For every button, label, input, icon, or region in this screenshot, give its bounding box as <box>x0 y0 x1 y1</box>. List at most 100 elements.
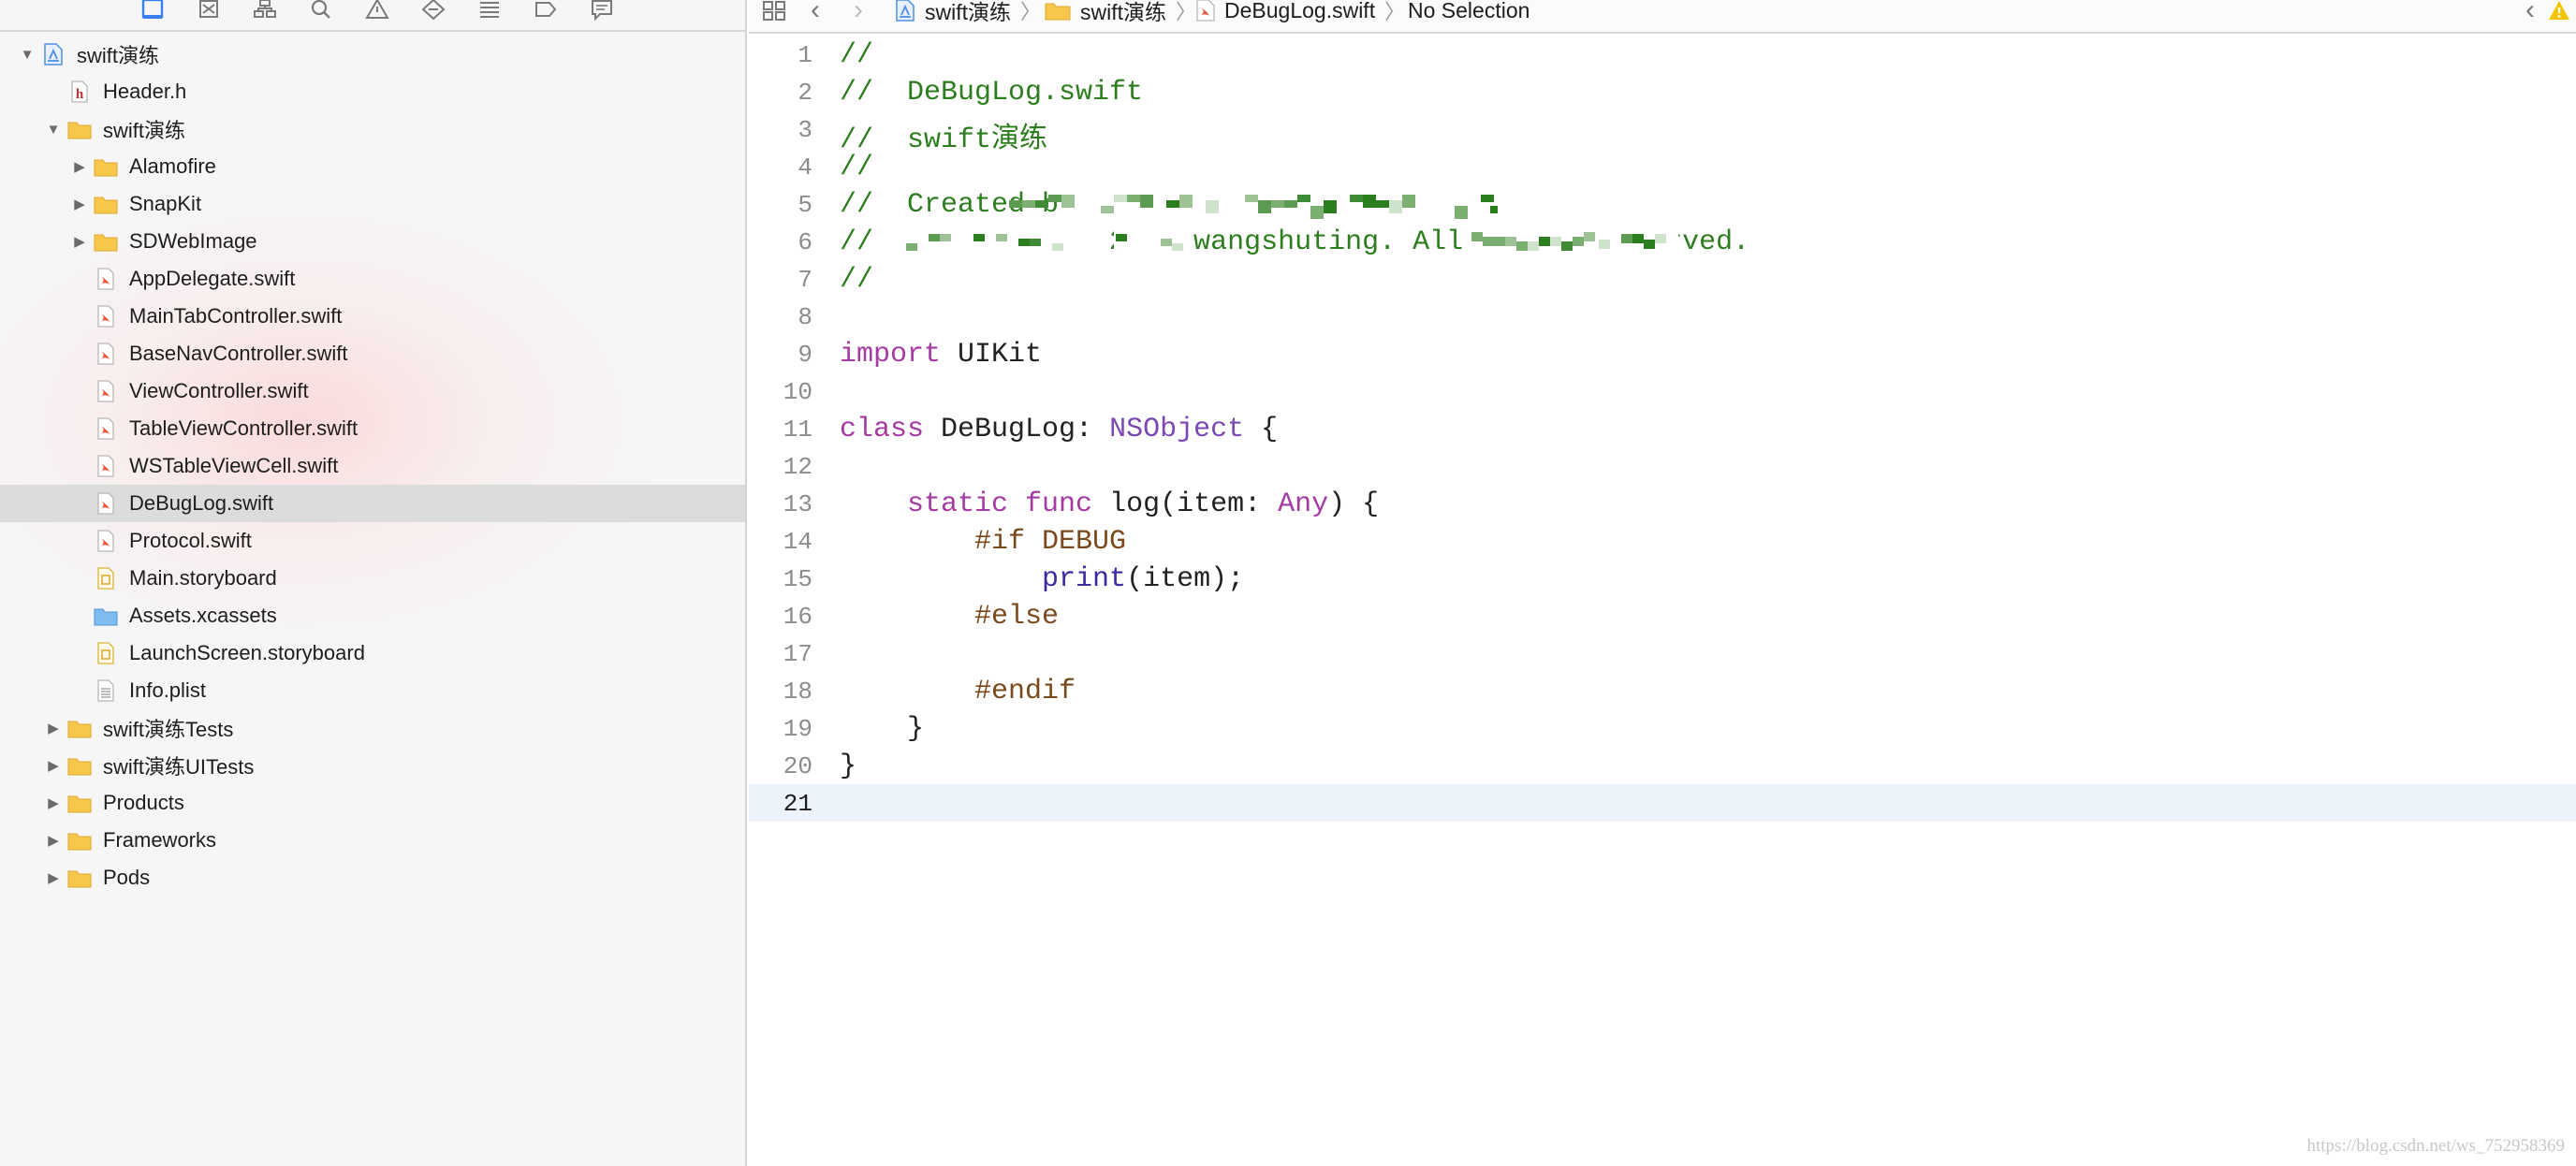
disclosure-closed-icon[interactable]: ▶ <box>45 720 62 736</box>
tree-item[interactable]: LaunchScreen.storyboard <box>0 634 745 672</box>
symbol-navigator-icon[interactable] <box>249 0 281 24</box>
tree-item[interactable]: Assets.xcassets <box>0 597 745 634</box>
debug-navigator-icon[interactable] <box>474 0 505 24</box>
code-text: // DeBugLog.swift <box>840 77 1143 109</box>
jumpbar-project[interactable]: swift演练 〉 <box>895 0 1041 25</box>
code-token-keyword: class <box>840 414 925 445</box>
tree-item[interactable]: ▶ swift演练Tests <box>0 709 745 747</box>
tree-item-label: Frameworks <box>103 828 217 852</box>
tree-item-label: Products <box>103 791 184 814</box>
code-line[interactable]: 3// swift演练 <box>749 110 2576 156</box>
tree-item[interactable]: ▶ Products <box>0 784 745 822</box>
code-text: #if DEBUG <box>840 526 1126 558</box>
code-line[interactable]: 15 print(item); <box>749 560 2576 597</box>
code-line[interactable]: 9 import UIKit <box>749 335 2576 372</box>
redaction-block <box>1206 200 1219 213</box>
jumpbar-group[interactable]: swift演练 〉 <box>1045 0 1196 25</box>
disclosure-closed-icon[interactable]: ▶ <box>45 794 62 811</box>
tree-item[interactable]: ▼ swift演练 <box>0 110 745 148</box>
tree-item[interactable]: AppDelegate.swift <box>0 260 745 298</box>
tree-item[interactable]: BaseNavController.swift <box>0 335 745 372</box>
tree-item[interactable]: Main.storyboard <box>0 560 745 597</box>
tree-item[interactable]: Info.plist <box>0 672 745 709</box>
code-line[interactable]: 7 // <box>749 260 2576 298</box>
swift-file-icon <box>94 492 118 515</box>
disclosure-closed-icon[interactable]: ▶ <box>45 869 62 886</box>
code-line[interactable]: 20} <box>749 747 2576 784</box>
tree-item[interactable]: ▼ swift演练 <box>0 36 745 73</box>
tree-item[interactable]: ▶ Pods <box>0 859 745 896</box>
code-line[interactable]: 18 #endif <box>749 672 2576 709</box>
disclosure-open-icon[interactable]: ▼ <box>45 121 62 138</box>
code-line[interactable]: 1 // <box>749 36 2576 73</box>
redaction-block <box>1655 234 1666 243</box>
disclosure-closed-icon[interactable]: ▶ <box>71 196 88 212</box>
warning-icon[interactable] <box>2548 0 2570 21</box>
code-token-keyword: import <box>840 339 942 371</box>
disclosure-closed-icon[interactable]: ▶ <box>45 757 62 774</box>
previous-issue-icon[interactable]: ‹ <box>2525 0 2535 26</box>
code-line[interactable]: 2 // DeBugLog.swift <box>749 73 2576 110</box>
watermark-text: https://blog.csdn.net/ws_752958369 <box>2306 1136 2566 1156</box>
code-token-comment: // <box>840 39 874 71</box>
source-editor[interactable]: ‹ › swift演练 〉 swift演练 〉 DeBugLog.swift 〉… <box>749 0 2576 1166</box>
folder-icon <box>94 193 118 215</box>
tree-item[interactable]: ▶ swift演练UITests <box>0 747 745 784</box>
tree-item[interactable]: ViewController.swift <box>0 372 745 410</box>
tree-item[interactable]: MainTabController.swift <box>0 298 745 335</box>
code-line[interactable]: 10 <box>749 372 2576 410</box>
tree-item[interactable]: ▶ SnapKit <box>0 185 745 223</box>
redaction-block <box>1310 206 1324 219</box>
project-file-icon <box>895 0 915 22</box>
test-navigator-icon[interactable] <box>417 0 449 24</box>
tree-item[interactable]: DeBugLog.swift <box>0 485 745 522</box>
forward-arrow-icon[interactable]: › <box>854 0 863 25</box>
report-navigator-icon[interactable] <box>586 0 618 24</box>
code-line[interactable]: 6// Copyright © 2016 wangshuting. All ri… <box>749 223 2576 260</box>
redaction-block <box>1127 195 1140 202</box>
tree-item[interactable]: Protocol.swift <box>0 522 745 560</box>
tree-item-label: swift演练 <box>103 119 186 142</box>
code-line[interactable]: 5// Created b <box>749 185 2576 223</box>
disclosure-closed-icon[interactable]: ▶ <box>71 233 88 250</box>
jumpbar-selection[interactable]: No Selection <box>1408 0 1530 25</box>
code-line[interactable]: 17 <box>749 634 2576 672</box>
code-line[interactable]: 8 <box>749 298 2576 335</box>
folder-icon <box>67 118 92 140</box>
folder-icon <box>94 230 118 253</box>
code-line[interactable]: 16 #else <box>749 597 2576 634</box>
code-area[interactable]: 1//2// DeBugLog.swift 3// swift演练 4//5// C… <box>749 36 2576 1166</box>
tree-item[interactable]: ▶ Alamofire <box>0 148 745 185</box>
find-navigator-icon[interactable] <box>305 0 337 24</box>
redaction-block <box>1116 234 1127 241</box>
jumpbar-file[interactable]: DeBugLog.swift 〉 <box>1196 0 1405 25</box>
code-line[interactable]: 14 #if DEBUG <box>749 522 2576 560</box>
tree-item[interactable]: h Header.h <box>0 73 745 110</box>
related-items-icon[interactable] <box>762 0 786 25</box>
redaction-block <box>1599 240 1610 249</box>
disclosure-open-icon[interactable]: ▼ <box>19 46 36 63</box>
code-line[interactable]: 4 // <box>749 148 2576 185</box>
back-arrow-icon[interactable]: ‹ <box>811 0 820 25</box>
swift-file-icon <box>94 343 118 365</box>
tree-item[interactable]: ▶ Frameworks <box>0 822 745 859</box>
tree-item[interactable]: WSTableViewCell.swift <box>0 447 745 485</box>
tree-item[interactable]: TableViewController.swift <box>0 410 745 447</box>
project-navigator-icon[interactable] <box>137 0 168 24</box>
code-line[interactable]: 21 <box>749 784 2576 822</box>
issue-navigator-icon[interactable] <box>361 0 393 24</box>
source-control-icon[interactable] <box>193 0 225 24</box>
code-token-keyword: func <box>1025 488 1093 520</box>
disclosure-closed-icon[interactable]: ▶ <box>45 832 62 849</box>
code-line[interactable]: 12 <box>749 447 2576 485</box>
disclosure-closed-icon[interactable]: ▶ <box>71 158 88 175</box>
tree-item[interactable]: ▶ SDWebImage <box>0 223 745 260</box>
code-line[interactable]: 13 static func log(item: Any) { <box>749 485 2576 522</box>
code-line[interactable]: 11 class DeBugLog: NSObject { <box>749 410 2576 447</box>
breakpoint-navigator-icon[interactable] <box>530 0 562 24</box>
redaction-block <box>1166 200 1179 208</box>
line-number: 18 <box>783 678 812 706</box>
redaction-block <box>1539 237 1550 246</box>
code-line[interactable]: 19 } <box>749 709 2576 747</box>
